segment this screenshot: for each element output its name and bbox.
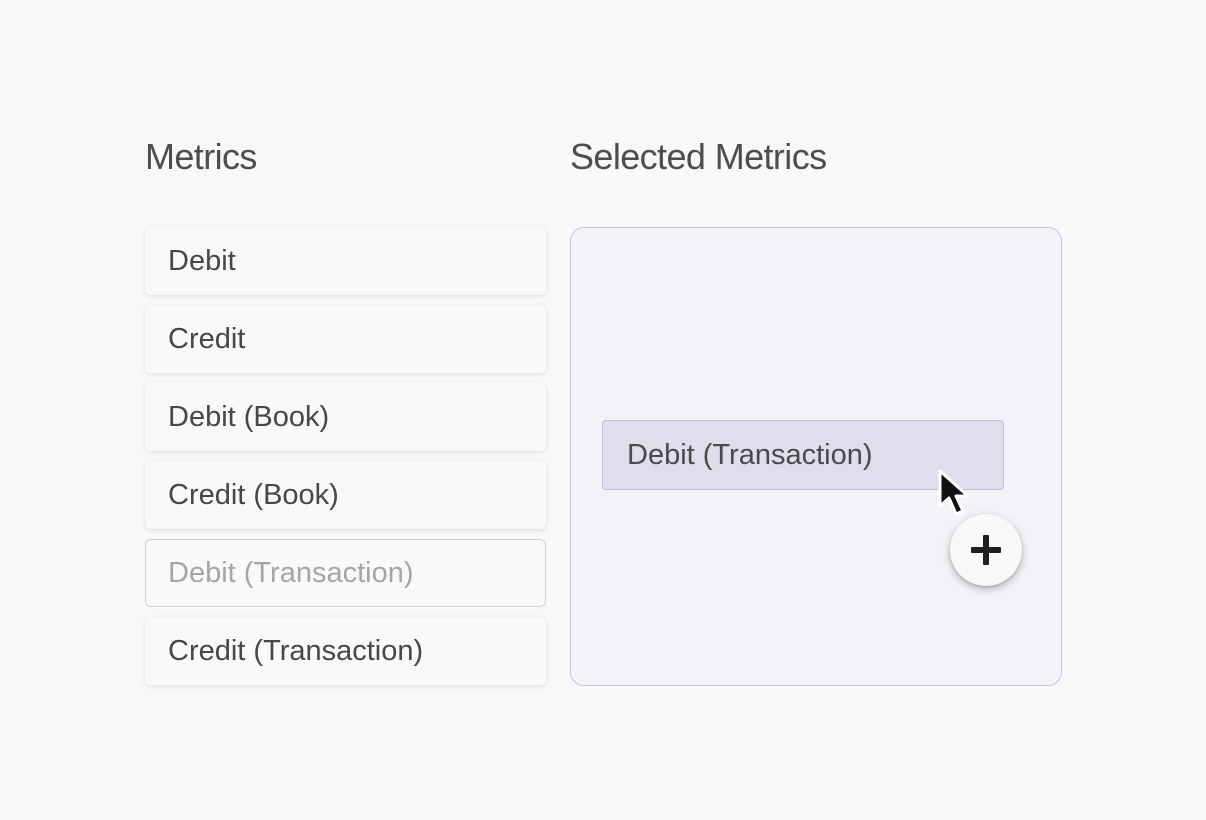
metric-item-credit-book[interactable]: Credit (Book)	[145, 461, 546, 529]
metrics-heading: Metrics	[145, 136, 257, 177]
metric-item-debit-transaction-placeholder[interactable]: Debit (Transaction)	[145, 539, 546, 607]
metric-item-debit[interactable]: Debit	[145, 227, 546, 295]
metric-item-credit[interactable]: Credit	[145, 305, 546, 373]
plus-icon	[950, 514, 1022, 586]
arrow-cursor-icon	[938, 469, 970, 516]
metric-item-debit-book[interactable]: Debit (Book)	[145, 383, 546, 451]
metric-item-credit-transaction[interactable]: Credit (Transaction)	[145, 617, 546, 685]
metrics-selector: Metrics Selected Metrics Debit Credit De…	[0, 0, 1206, 820]
metrics-list: Debit Credit Debit (Book) Credit (Book) …	[145, 227, 546, 695]
selected-metrics-heading: Selected Metrics	[570, 136, 827, 177]
